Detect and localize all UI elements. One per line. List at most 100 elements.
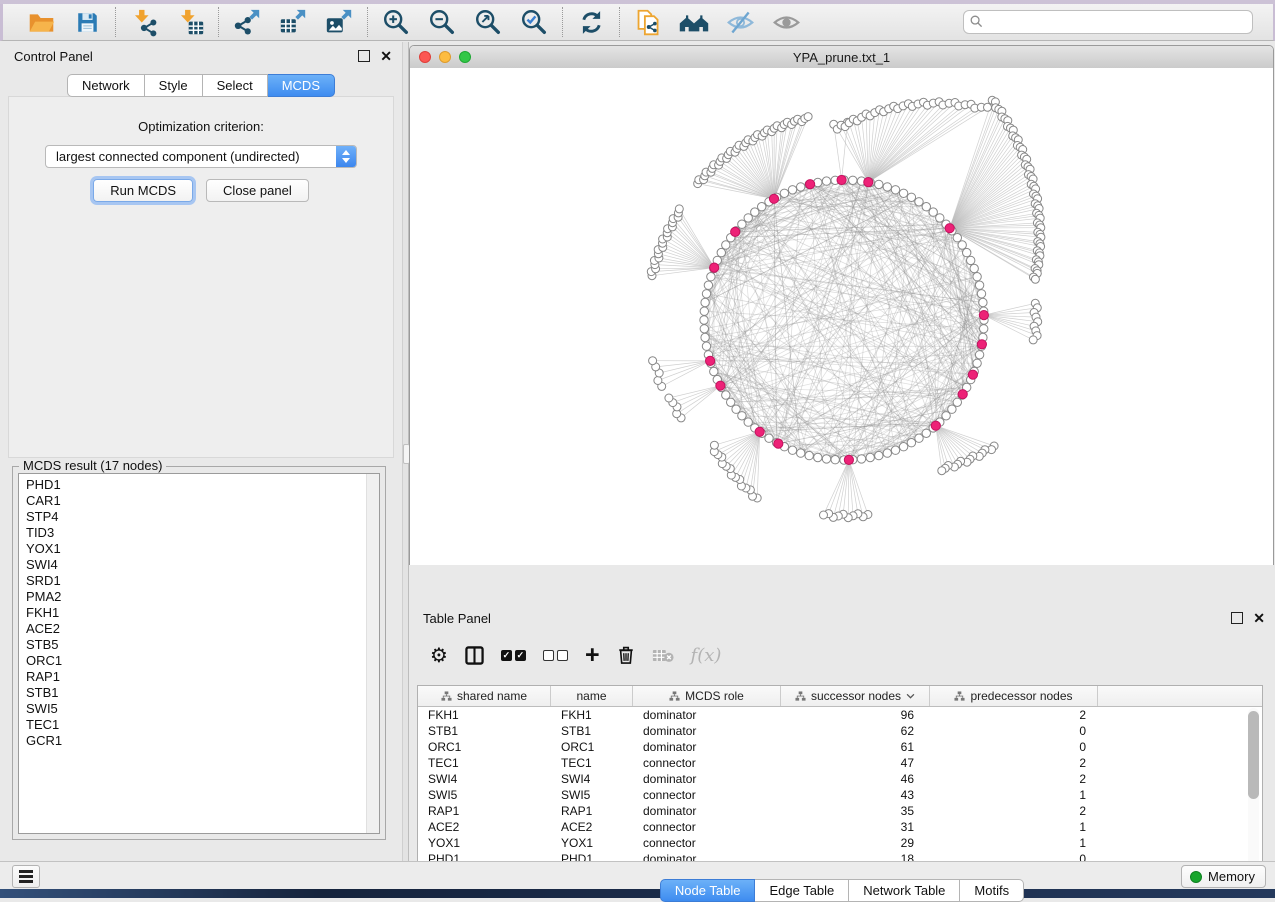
mcds-result-item[interactable]: RAP1 [19,669,379,685]
mcds-result-item[interactable]: STB5 [19,637,379,653]
export-network-button[interactable] [231,7,263,37]
table-row[interactable]: FKH1FKH1dominator962 [418,707,1262,723]
function-builder-button[interactable]: f(x) [691,640,722,670]
close-panel-button[interactable]: Close panel [206,179,309,202]
open-file-button[interactable] [25,7,57,37]
close-window-icon[interactable] [419,51,431,63]
mcds-result-item[interactable]: PMA2 [19,589,379,605]
mcds-result-item[interactable]: SRD1 [19,573,379,589]
tab-network[interactable]: Network [67,74,145,97]
table-toolbar: ⚙ ✓ ✓ + [417,633,1267,677]
delete-column-button[interactable] [617,640,635,670]
mcds-result-item[interactable]: CAR1 [19,493,379,509]
float-panel-icon[interactable] [358,50,370,62]
plus-icon: + [585,645,600,665]
table-row[interactable]: SWI4SWI4dominator462 [418,771,1262,787]
export-image-button[interactable] [323,7,355,37]
column-header-predecessor-nodes[interactable]: predecessor nodes [930,686,1098,706]
mcds-result-item[interactable]: SWI5 [19,701,379,717]
zoom-out-button[interactable] [426,7,458,37]
mcds-list-scrollbar[interactable] [366,474,379,833]
mcds-result-item[interactable]: GCR1 [19,733,379,749]
float-panel-icon[interactable] [1231,612,1243,624]
tab-motifs[interactable]: Motifs [960,879,1024,902]
mcds-result-item[interactable]: ORC1 [19,653,379,669]
control-panel-title: Control Panel [10,49,93,64]
column-type-icon [795,691,806,702]
delete-table-button[interactable] [652,640,674,670]
application-window: Control Panel ✕ NetworkStyleSelectMCDS O… [0,0,1275,898]
mcds-result-item[interactable]: STB1 [19,685,379,701]
table-settings-button[interactable]: ⚙ [430,640,448,670]
cell-MCDS-role: dominator [633,708,781,722]
cell-shared-name: RAP1 [418,804,551,818]
search-input[interactable] [963,10,1253,34]
table-row[interactable]: YOX1YOX1connector291 [418,835,1262,851]
tab-edge-table[interactable]: Edge Table [755,879,849,902]
import-table-button[interactable] [174,7,206,37]
mcds-result-item[interactable]: SWI4 [19,557,379,573]
maximize-window-icon[interactable] [459,51,471,63]
show-columns-button[interactable] [465,640,484,670]
import-network-button[interactable] [128,7,160,37]
mcds-result-item[interactable]: YOX1 [19,541,379,557]
add-column-button[interactable]: + [585,640,600,670]
table-row[interactable]: SWI5SWI5connector431 [418,787,1262,803]
close-panel-icon[interactable]: ✕ [380,51,392,61]
column-header-successor-nodes[interactable]: successor nodes [781,686,930,706]
save-session-button[interactable] [71,7,103,37]
deselect-all-button[interactable] [543,640,568,670]
network-graph[interactable] [410,68,1273,560]
home-button[interactable] [678,7,710,37]
table-row[interactable]: ACE2ACE2connector311 [418,819,1262,835]
column-header-shared-name[interactable]: shared name [418,686,551,706]
mcds-result-item[interactable]: FKH1 [19,605,379,621]
tab-style[interactable]: Style [145,74,203,97]
network-canvas[interactable] [410,68,1273,602]
column-header-MCDS-role[interactable]: MCDS role [633,686,781,706]
tab-node-table[interactable]: Node Table [660,879,756,902]
close-panel-icon[interactable]: ✕ [1253,613,1265,623]
mcds-result-item[interactable]: ACE2 [19,621,379,637]
run-mcds-button[interactable]: Run MCDS [93,179,193,202]
cell-shared-name: FKH1 [418,708,551,722]
minimize-window-icon[interactable] [439,51,451,63]
column-header-name[interactable]: name [551,686,633,706]
mcds-result-item[interactable]: STP4 [19,509,379,525]
cell-predecessor-nodes: 1 [930,820,1098,834]
tab-select[interactable]: Select [203,74,268,97]
vertical-splitter[interactable] [402,42,409,862]
table-scrollbar[interactable] [1248,708,1259,866]
network-frame-titlebar[interactable]: YPA_prune.txt_1 [410,46,1273,69]
optimization-criterion-select[interactable]: largest connected component (undirected) [45,145,357,168]
tab-network-table[interactable]: Network Table [849,879,960,902]
table-row[interactable]: TEC1TEC1connector472 [418,755,1262,771]
tab-mcds[interactable]: MCDS [268,74,335,97]
refresh-button[interactable] [575,7,607,37]
table-row[interactable]: STB1STB1dominator620 [418,723,1262,739]
select-all-button[interactable]: ✓ ✓ [501,640,526,670]
cell-MCDS-role: dominator [633,804,781,818]
zoom-selected-button[interactable] [518,7,550,37]
duplicate-network-button[interactable] [632,7,664,37]
mcds-result-item[interactable]: TEC1 [19,717,379,733]
hide-selected-button[interactable] [724,7,756,37]
delete-table-icon [652,648,674,663]
table-row[interactable]: ORC1ORC1dominator610 [418,739,1262,755]
node-table[interactable]: shared namenameMCDS rolesuccessor nodesp… [417,685,1263,870]
table-row[interactable]: RAP1RAP1dominator352 [418,803,1262,819]
mcds-result-item[interactable]: TID3 [19,525,379,541]
trash-icon [617,645,635,665]
mcds-result-item[interactable]: PHD1 [19,477,379,493]
scrollbar-thumb[interactable] [1248,711,1259,799]
task-history-button[interactable] [12,865,40,888]
mcds-result-list[interactable]: PHD1CAR1STP4TID3YOX1SWI4SRD1PMA2FKH1ACE2… [18,473,380,834]
export-network-icon [232,7,262,37]
show-all-button[interactable] [770,7,802,37]
cell-MCDS-role: connector [633,756,781,770]
mcds-result-title: MCDS result (17 nodes) [19,458,166,473]
export-table-button[interactable] [277,7,309,37]
cell-MCDS-role: dominator [633,740,781,754]
zoom-fit-button[interactable] [472,7,504,37]
zoom-in-button[interactable] [380,7,412,37]
